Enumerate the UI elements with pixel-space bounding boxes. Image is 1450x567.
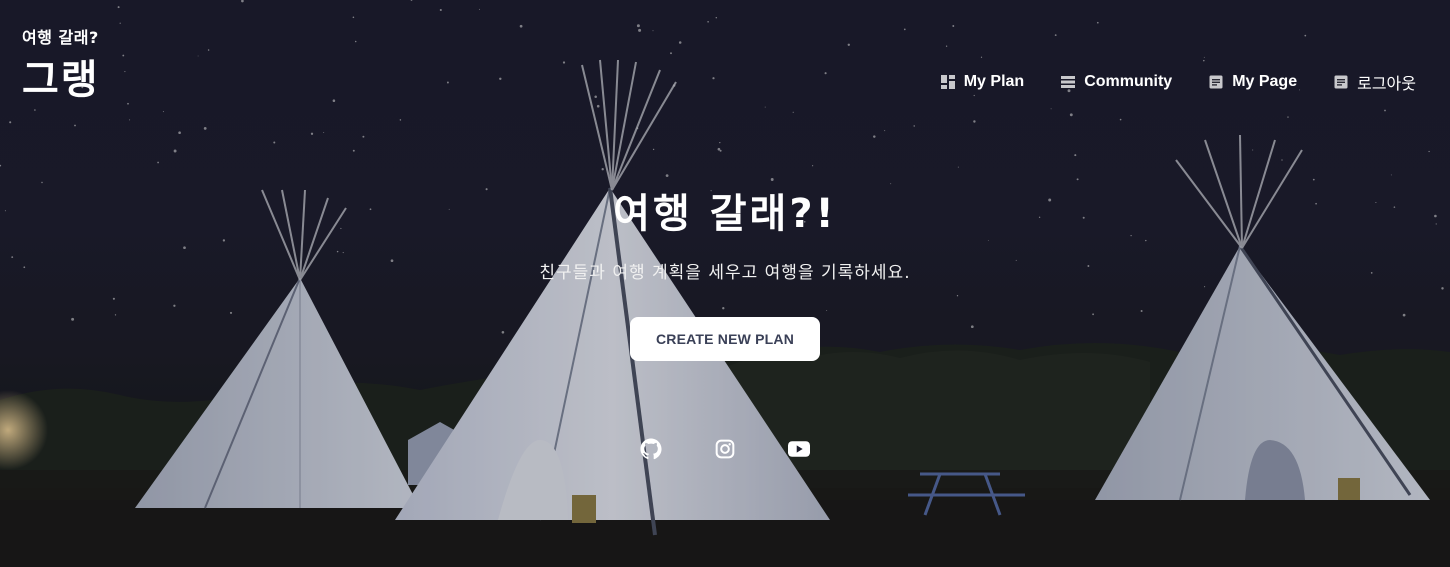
nav-community-label: Community [1084,73,1173,90]
social-links [0,438,1450,460]
document-icon [1333,74,1349,90]
brand[interactable]: 여행 갈래? 그랭 [22,24,100,100]
hero-section: 여행 갈래? 그랭 My Plan Community My Page 로그아웃… [0,0,1450,567]
brand-logo-text: 그랭 [22,57,100,103]
brand-subtitle: 여행 갈래? [22,28,99,47]
list-icon [1060,74,1076,90]
nav-logout[interactable]: 로그아웃 [1333,70,1416,94]
create-new-plan-button[interactable]: CREATE NEW PLAN [629,317,821,361]
nav-my-plan[interactable]: My Plan [940,73,1024,91]
github-icon[interactable] [640,438,662,460]
dashboard-icon [940,74,956,90]
nav-logout-label: 로그아웃 [1357,74,1416,93]
hero-content: 여행 갈래?! 친구들과 여행 계획을 세우고 여행을 기록하세요. CREAT… [0,186,1450,361]
nav-my-page-label: My Page [1232,73,1298,90]
youtube-icon[interactable] [788,438,810,460]
instagram-icon[interactable] [714,438,736,460]
nav-community[interactable]: Community [1060,73,1172,91]
document-icon [1208,74,1224,90]
nav-my-plan-label: My Plan [963,73,1025,90]
hero-subtitle: 친구들과 여행 계획을 세우고 여행을 기록하세요. [539,263,911,283]
nav-my-page[interactable]: My Page [1208,73,1297,91]
hero-title: 여행 갈래?! [613,191,837,237]
main-nav: My Plan Community My Page 로그아웃 [940,70,1416,94]
